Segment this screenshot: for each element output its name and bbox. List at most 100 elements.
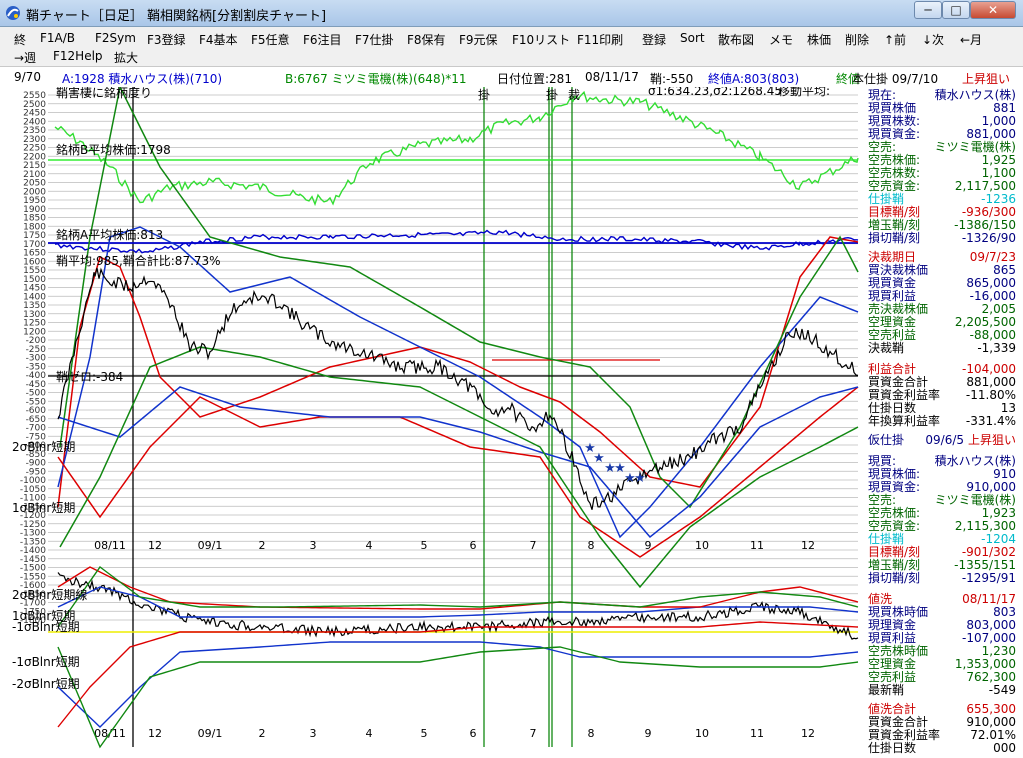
panel-row-label: 仮仕掛 [868, 433, 905, 447]
menu-f11[interactable]: F11印刷 [577, 31, 623, 48]
menu-zoom[interactable]: 拡大 [114, 49, 138, 66]
sheath-value: 鞘:-550 [650, 72, 694, 86]
x-tick-label: 2 [259, 727, 266, 740]
menu-f1[interactable]: F1A/B [40, 31, 75, 45]
x-tick-label: 11 [750, 539, 764, 552]
band-m1sigma-label: -1σBlnr短期 [12, 620, 80, 634]
sheath-chart[interactable]: 2550250024502400235023002250220021502100… [0, 87, 862, 758]
sheath-average-label: 鞘平均:985,鞘合計比:87.73% [56, 253, 221, 268]
upper-green-band [59, 87, 859, 509]
title-bar: 鞘チャート［日足］ 鞘相関銘柄[分割割戻チャート] ─ □ ✕ [0, 0, 1023, 27]
menu-register[interactable]: 登録 [642, 31, 666, 48]
menu-f4[interactable]: F4基本 [199, 31, 238, 48]
menu-memo[interactable]: メモ [769, 31, 793, 48]
panel-row: 最新鞘 -549 [868, 684, 1016, 697]
trend-label: 上昇狙い [962, 72, 1011, 86]
moving-average-label: 移動平均: [778, 87, 830, 98]
menu-next[interactable]: ↓次 [922, 31, 944, 48]
panel-row-label: 損切鞘/刻 [868, 231, 921, 245]
panel-row-label: 最新鞘 [868, 683, 905, 697]
minimize-button[interactable]: ─ [914, 1, 942, 19]
sigma-label: σ1:634.23,σ2:1268.45 [648, 87, 782, 98]
entry-marker-1: 掛 [478, 87, 490, 102]
entry-marker-2: 掛 [546, 87, 558, 102]
close-button[interactable]: ✕ [970, 1, 1016, 19]
x-tick-label: 10 [695, 539, 709, 552]
x-tick-label: 8 [588, 727, 595, 740]
menu-delete[interactable]: 削除 [845, 31, 869, 48]
x-tick-label: 12 [801, 539, 815, 552]
window-title: 鞘チャート［日足］ 鞘相関銘柄[分割割戻チャート] [26, 9, 327, 24]
menu-f6[interactable]: F6注目 [303, 31, 342, 48]
lower-red-band [57, 386, 859, 558]
osc-red-mid [57, 621, 859, 728]
osc-green-low [57, 646, 859, 749]
app-icon [6, 6, 20, 20]
menu-help[interactable]: F12Help [53, 49, 103, 63]
panel-row-label: 年換算利益率 [868, 414, 941, 428]
x-tick-label: 09/1 [198, 727, 223, 740]
panel-row: 仕掛日数 000 [868, 742, 1016, 755]
a-average-label: 銘柄A平均株価:813 [56, 227, 163, 242]
x-tick-label: 08/11 [94, 539, 126, 552]
band-m2sigma-label: -2σBlnr短期 [12, 677, 80, 691]
x-tick-label: 11 [750, 727, 764, 740]
panel-row-label: 損切鞘/刻 [868, 571, 921, 585]
maximize-button[interactable]: □ [942, 1, 970, 19]
menu-bar: 終 F1A/B F2Sym F3登録 F4基本 F5任意 F6注目 F7仕掛 F… [0, 27, 1023, 67]
menu-f8[interactable]: F8保有 [407, 31, 446, 48]
panel-row-extra: 上昇狙い [967, 433, 1016, 447]
panel-row-label: 決裁鞘 [868, 341, 905, 355]
chart-series: ★★★★★★ [48, 87, 859, 749]
menu-price[interactable]: 株価 [807, 31, 831, 48]
stock-a-series [54, 229, 859, 254]
close-a: 終値A:803(803) [708, 72, 800, 86]
upper-blue-band [57, 226, 859, 539]
menu-f2[interactable]: F2Sym [95, 31, 136, 45]
menu-exit[interactable]: 終 [14, 31, 26, 48]
x-tick-label: 5 [421, 539, 428, 552]
position-date: 本仕掛 09/7/10 [852, 72, 939, 86]
panel-row-value: 09/6/5 [925, 433, 964, 447]
menu-week[interactable]: →週 [14, 49, 36, 66]
x-tick-label: 5 [421, 727, 428, 740]
date-short: 9/70 [14, 70, 41, 84]
exit-marker: 裁 [568, 88, 580, 102]
y-axis-ticks: 2550250024502400235023002250220021502100… [20, 91, 46, 626]
panel-row: 上昇狙い 仮仕掛 09/6/5 [868, 434, 1016, 447]
menu-prev[interactable]: ↑前 [884, 31, 906, 48]
panel-row-value: 000 [993, 741, 1016, 755]
stock-a-label: A:1928 積水ハウス(株)(710) [62, 72, 223, 86]
menu-scatter[interactable]: 散布図 [718, 31, 754, 48]
menu-f3[interactable]: F3登録 [147, 31, 186, 48]
position-info-panel: 現在: 積水ハウス(株) 現買株価 881 現買株数: 1,000 現買資金: 881,000… [864, 87, 1023, 758]
band-2sigma-lower-label: 2σBlnr短期線 [12, 587, 87, 602]
panel-row-value: -1,339 [977, 341, 1016, 355]
x-tick-label: 10 [695, 727, 709, 740]
x-tick-label: 12 [148, 727, 162, 740]
panel-row: 損切鞘/刻 -1295/91 [868, 572, 1016, 585]
panel-row: 決裁鞘 -1,339 [868, 342, 1016, 355]
stock-b-label: B:6767 ミツミ電機(株)(648)*11 [285, 72, 467, 86]
x-axis-ticks: 08/11 12 09/1 2 3 4 5 6 7 8 9 10 11 1208/11 12 09/1 2 3 4 5… [94, 539, 815, 740]
x-tick-label: 12 [148, 539, 162, 552]
panel-row: 損切鞘/刻 -1326/90 [868, 232, 1016, 245]
menu-sort[interactable]: Sort [680, 31, 705, 45]
panel-row: 年換算利益率 -331.4% [868, 415, 1016, 428]
x-tick-label: 12 [801, 727, 815, 740]
top-note-label: 鞘害棲に銘柄度り [56, 87, 152, 100]
panel-row-value: -549 [988, 683, 1016, 697]
band-2sigma-label: 2σBlnr短期 [12, 440, 75, 454]
menu-f7[interactable]: F7仕掛 [355, 31, 394, 48]
panel-row-value: -1295/91 [961, 571, 1016, 585]
menu-f10[interactable]: F10リスト [512, 31, 570, 48]
menu-month[interactable]: ←月 [960, 31, 982, 48]
menu-f9[interactable]: F9元保 [459, 31, 498, 48]
menu-f5[interactable]: F5任意 [251, 31, 290, 48]
x-tick-label: 2 [259, 539, 266, 552]
stock-b-series [54, 90, 859, 207]
panel-row-value: -1326/90 [961, 231, 1016, 245]
osc-blue-low [57, 641, 859, 728]
star-marker: ★ [634, 471, 646, 486]
sheath-zero-label: 鞘ゼロ:-384 [56, 370, 123, 384]
